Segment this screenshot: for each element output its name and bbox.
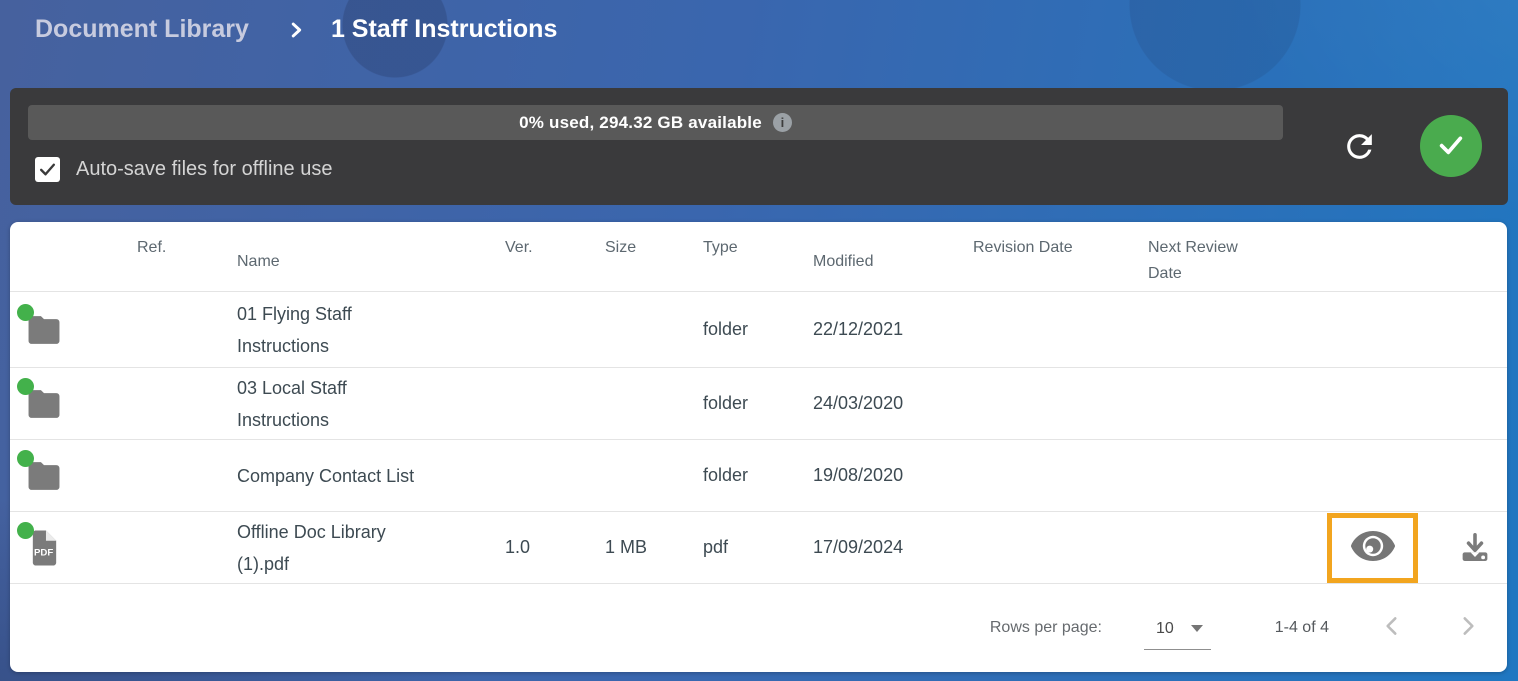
table-row[interactable]: Company Contact List folder 19/08/2020 bbox=[10, 440, 1507, 512]
column-header-name[interactable]: Name bbox=[227, 222, 495, 291]
rows-per-page-select[interactable]: 10 bbox=[1144, 620, 1211, 650]
autosave-checkbox[interactable] bbox=[35, 157, 60, 182]
synced-status-dot bbox=[17, 450, 34, 467]
column-header-size[interactable]: Size bbox=[595, 222, 693, 291]
table-row[interactable]: 03 Local Staff Instructions folder 24/03… bbox=[10, 368, 1507, 440]
eye-icon bbox=[1350, 550, 1396, 565]
cell-modified: 19/08/2020 bbox=[803, 465, 963, 486]
cell-actions bbox=[1307, 512, 1507, 583]
cell-modified: 24/03/2020 bbox=[803, 393, 963, 414]
rows-per-page-label: Rows per page: bbox=[990, 619, 1102, 637]
table-row[interactable]: 01 Flying Staff Instructions folder 22/1… bbox=[10, 292, 1507, 368]
chevron-left-icon bbox=[1379, 613, 1405, 642]
column-header-modified[interactable]: Modified bbox=[803, 222, 963, 291]
table-header-row: Ref. Name Ver. Size Type Modified Revisi… bbox=[10, 222, 1507, 292]
folder-icon[interactable] bbox=[24, 456, 64, 496]
document-library-screen: Document Library 1 Staff Instructions 0%… bbox=[0, 0, 1518, 681]
cell-type: pdf bbox=[693, 537, 803, 558]
synced-status-dot bbox=[17, 522, 34, 539]
view-highlight-box bbox=[1327, 513, 1418, 583]
chevron-right-icon bbox=[285, 19, 307, 41]
next-page-button[interactable] bbox=[1455, 613, 1481, 642]
breadcrumb-current: 1 Staff Instructions bbox=[331, 15, 557, 44]
breadcrumb: Document Library 1 Staff Instructions bbox=[35, 15, 557, 44]
file-icon-cell bbox=[10, 456, 100, 496]
column-header-next-review-date[interactable]: Next Review Date bbox=[1138, 222, 1307, 291]
file-icon-cell bbox=[10, 384, 100, 424]
pagination: Rows per page: 10 1-4 of 4 bbox=[10, 584, 1507, 671]
folder-icon[interactable] bbox=[24, 384, 64, 424]
view-button[interactable] bbox=[1350, 530, 1396, 565]
folder-icon[interactable] bbox=[24, 310, 64, 350]
file-table-card: Ref. Name Ver. Size Type Modified Revisi… bbox=[10, 222, 1507, 672]
storage-usage-bar: 0% used, 294.32 GB available bbox=[28, 105, 1283, 140]
file-icon-cell: PDF bbox=[10, 528, 100, 568]
cell-modified: 22/12/2021 bbox=[803, 319, 963, 340]
synced-status-dot bbox=[17, 378, 34, 395]
cell-type: folder bbox=[693, 465, 803, 486]
cell-type: folder bbox=[693, 319, 803, 340]
pagination-range: 1-4 of 4 bbox=[1275, 619, 1329, 637]
cell-name[interactable]: Company Contact List bbox=[227, 460, 442, 492]
column-header-ver[interactable]: Ver. bbox=[495, 222, 595, 291]
confirm-button[interactable] bbox=[1420, 115, 1482, 177]
storage-usage-text: 0% used, 294.32 GB available bbox=[519, 113, 762, 133]
caret-down-icon bbox=[1191, 625, 1203, 632]
download-button[interactable] bbox=[1458, 530, 1492, 566]
offline-storage-toolbar: 0% used, 294.32 GB available Auto-save f… bbox=[10, 88, 1508, 205]
rows-per-page-value: 10 bbox=[1156, 620, 1174, 638]
cell-type: folder bbox=[693, 393, 803, 414]
breadcrumb-parent-link[interactable]: Document Library bbox=[35, 15, 249, 44]
file-icon-cell bbox=[10, 310, 100, 350]
cell-name[interactable]: 03 Local Staff Instructions bbox=[227, 372, 442, 436]
column-header-revision-date[interactable]: Revision Date bbox=[963, 222, 1138, 291]
cell-name[interactable]: Offline Doc Library (1).pdf bbox=[227, 516, 442, 580]
cell-actions bbox=[1307, 440, 1507, 511]
cell-size: 1 MB bbox=[595, 537, 693, 558]
autosave-row: Auto-save files for offline use bbox=[35, 157, 332, 182]
cell-ver: 1.0 bbox=[495, 537, 595, 558]
column-header-actions bbox=[1307, 222, 1507, 291]
check-icon bbox=[1435, 129, 1467, 164]
download-icon bbox=[1458, 551, 1492, 566]
synced-status-dot bbox=[17, 304, 34, 321]
pdf-file-icon[interactable]: PDF bbox=[24, 528, 64, 568]
refresh-icon bbox=[1341, 153, 1378, 168]
autosave-label: Auto-save files for offline use bbox=[76, 158, 332, 181]
column-header-type[interactable]: Type bbox=[693, 222, 803, 291]
cell-modified: 17/09/2024 bbox=[803, 537, 963, 558]
svg-text:PDF: PDF bbox=[34, 547, 53, 558]
previous-page-button[interactable] bbox=[1379, 613, 1405, 642]
column-header-ref[interactable]: Ref. bbox=[100, 222, 227, 291]
table-row[interactable]: PDF Offline Doc Library (1).pdf 1.0 1 MB… bbox=[10, 512, 1507, 584]
column-header-next-review-date-label: Next Review Date bbox=[1148, 235, 1260, 287]
cell-actions bbox=[1307, 368, 1507, 439]
info-icon[interactable] bbox=[773, 113, 792, 132]
refresh-button[interactable] bbox=[1341, 128, 1378, 168]
cell-actions bbox=[1307, 292, 1507, 367]
chevron-right-icon bbox=[1455, 613, 1481, 642]
cell-name[interactable]: 01 Flying Staff Instructions bbox=[227, 298, 442, 362]
column-header-icon bbox=[10, 222, 100, 291]
